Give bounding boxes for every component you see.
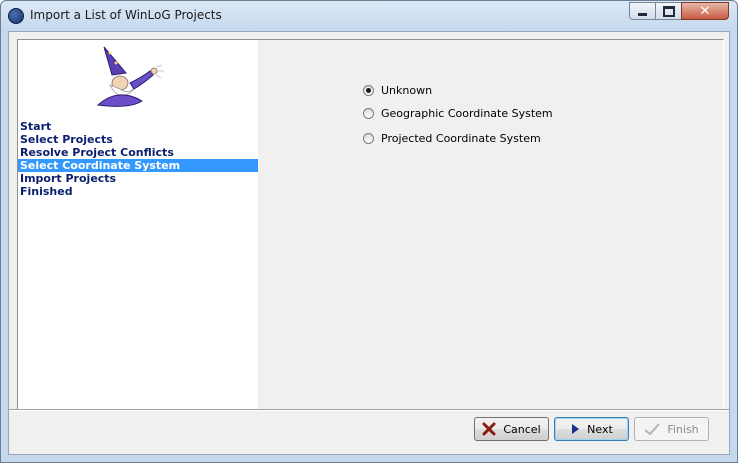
maximize-button[interactable] (655, 2, 682, 20)
finish-label: Finish (667, 422, 699, 436)
wizard-illustration (96, 46, 164, 107)
radio-unknown[interactable]: Unknown (363, 84, 432, 97)
radio-geographic-coordinate-system[interactable]: Geographic Coordinate System (363, 107, 553, 120)
step-start: Start (20, 120, 52, 133)
x-icon (482, 422, 496, 436)
radio-projected-label: Projected Coordinate System (381, 132, 541, 145)
minimize-icon (638, 13, 647, 16)
step-select-projects: Select Projects (20, 133, 113, 146)
cancel-button[interactable]: Cancel (474, 417, 549, 441)
next-label: Next (587, 422, 613, 436)
window-title: Import a List of WinLoG Projects (30, 8, 222, 22)
finish-button[interactable]: Finish (634, 417, 709, 441)
next-button[interactable]: Next (554, 417, 629, 441)
step-list: Start Select Projects Resolve Project Co… (18, 120, 258, 198)
radio-unknown-label: Unknown (381, 84, 433, 97)
dialog-client-area: Start Select Projects Resolve Project Co… (8, 31, 730, 455)
step-select-coordinate-system: Select Coordinate System (18, 159, 258, 172)
step-resolve-project-conflicts: Resolve Project Conflicts (20, 146, 174, 159)
radio-geographic-indicator[interactable] (363, 108, 374, 119)
checkmark-icon (644, 423, 661, 436)
title-bar[interactable]: Import a List of WinLoG Projects ✕ (1, 1, 737, 31)
footer-divider (9, 409, 729, 411)
import-wizard-window: Import a List of WinLoG Projects ✕ Start… (0, 0, 738, 463)
close-button[interactable]: ✕ (681, 2, 729, 20)
radio-projected-coordinate-system[interactable]: Projected Coordinate System (363, 132, 541, 145)
radio-unknown-indicator[interactable] (363, 85, 374, 96)
radio-geographic-label: Geographic Coordinate System (381, 107, 553, 120)
minimize-button[interactable] (629, 2, 656, 20)
step-finished: Finished (20, 185, 73, 198)
coordinate-system-panel: Unknown Geographic Coordinate System Pro… (258, 39, 724, 409)
cancel-label: Cancel (503, 422, 541, 436)
globe-icon[interactable] (8, 8, 24, 24)
step-import-projects: Import Projects (20, 172, 117, 185)
radio-projected-indicator[interactable] (363, 133, 374, 144)
play-arrow-icon (572, 424, 580, 434)
close-icon: ✕ (699, 3, 711, 19)
step-list-panel: Start Select Projects Resolve Project Co… (17, 39, 258, 409)
maximize-icon (662, 5, 675, 17)
